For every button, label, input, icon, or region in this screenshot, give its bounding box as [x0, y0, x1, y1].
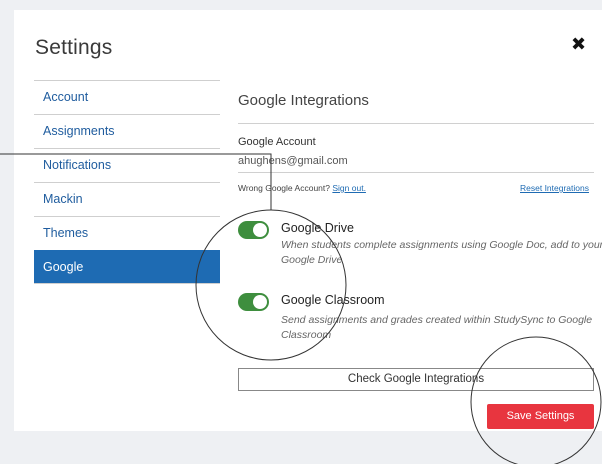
- google-account-label: Google Account: [238, 136, 316, 148]
- sidebar-item-notifications[interactable]: Notifications: [34, 148, 220, 182]
- wrong-account-text: Wrong Google Account? Sign out.: [238, 183, 366, 193]
- google-classroom-description: Send assignments and grades created with…: [281, 314, 593, 341]
- google-drive-description: When students complete assignments using…: [281, 239, 602, 266]
- toggle-knob: [253, 223, 267, 237]
- sidebar-item-mackin[interactable]: Mackin: [34, 182, 220, 216]
- google-classroom-title: Google Classroom: [281, 293, 385, 307]
- divider: [238, 123, 594, 124]
- google-classroom-toggle[interactable]: [238, 293, 269, 311]
- wrong-account-label: Wrong Google Account?: [238, 183, 330, 193]
- settings-sidebar: Account Assignments Notifications Mackin…: [34, 80, 220, 284]
- toggle-knob: [253, 295, 267, 309]
- sidebar-item-themes[interactable]: Themes: [34, 216, 220, 250]
- divider: [238, 172, 594, 173]
- check-integrations-button[interactable]: Check Google Integrations: [238, 368, 594, 391]
- sidebar-item-account[interactable]: Account: [34, 80, 220, 114]
- save-settings-button[interactable]: Save Settings: [487, 404, 594, 429]
- page-title: Settings: [35, 36, 113, 59]
- sidebar-item-assignments[interactable]: Assignments: [34, 114, 220, 148]
- reset-integrations-link[interactable]: Reset Integrations: [520, 183, 589, 193]
- sidebar-item-google[interactable]: Google: [34, 250, 220, 284]
- section-title: Google Integrations: [238, 92, 369, 109]
- google-drive-title: Google Drive: [281, 221, 354, 235]
- close-icon[interactable]: ✖: [571, 35, 587, 53]
- sign-out-link[interactable]: Sign out.: [332, 183, 366, 193]
- google-account-value: ahughens@gmail.com: [238, 155, 348, 167]
- google-drive-toggle[interactable]: [238, 221, 269, 239]
